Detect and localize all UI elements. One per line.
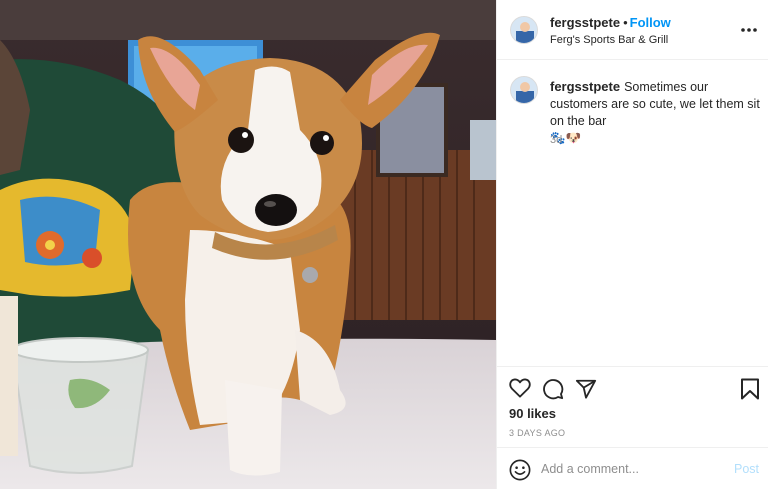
add-comment-bar: Post [497, 447, 768, 489]
caption-avatar[interactable] [510, 76, 538, 104]
caption-emojis: 🐾🐶 [550, 131, 582, 145]
likes-count[interactable]: 90 likes [509, 406, 556, 421]
instagram-post: fergsstpete • Follow Ferg's Sports Bar & G… [0, 0, 768, 489]
comment-input[interactable] [541, 458, 721, 480]
post-actions: 90 likes 3 DAYS AGO Post [497, 366, 768, 489]
corgi-puppy-photo [0, 0, 496, 489]
more-horizontal-icon[interactable] [739, 22, 759, 38]
separator-dot: • [623, 15, 628, 30]
share-icon[interactable] [575, 378, 597, 400]
location-link[interactable]: Ferg's Sports Bar & Grill [550, 34, 671, 46]
post-comment-button[interactable]: Post [734, 462, 759, 476]
caption-timestamp[interactable]: 3d [550, 134, 562, 146]
username-link[interactable]: fergsstpete [550, 15, 620, 30]
avatar[interactable] [510, 16, 538, 44]
follow-button[interactable]: Follow [630, 15, 671, 30]
post-photo[interactable] [0, 0, 496, 489]
bookmark-icon[interactable] [740, 378, 760, 400]
caption-text: fergsstpete Sometimes our customers are s… [550, 78, 762, 147]
smiley-icon[interactable] [509, 459, 531, 484]
post-date[interactable]: 3 DAYS AGO [509, 428, 565, 438]
post-header: fergsstpete • Follow Ferg's Sports Bar & G… [497, 0, 768, 60]
heart-icon[interactable] [509, 378, 531, 398]
header-text: fergsstpete • Follow Ferg's Sports Bar & G… [550, 14, 671, 46]
comment-icon[interactable] [542, 378, 564, 400]
post-sidebar: fergsstpete • Follow Ferg's Sports Bar & G… [496, 0, 768, 489]
caption-username-link[interactable]: fergsstpete [550, 79, 620, 94]
